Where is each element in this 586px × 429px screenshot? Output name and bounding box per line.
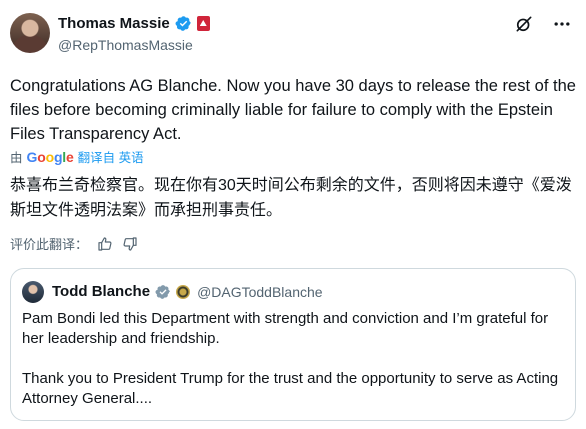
verified-badge-icon bbox=[155, 284, 170, 299]
rate-translation-row: 评价此翻译： bbox=[10, 234, 138, 253]
author-name-row: Thomas Massie bbox=[58, 15, 210, 32]
thumbs-up-icon[interactable] bbox=[97, 236, 113, 252]
quoted-author-row: Todd Blanche @DAGToddBlanche bbox=[52, 283, 323, 300]
quoted-paragraph-2: Thank you to President Trump for the tru… bbox=[22, 370, 559, 407]
house-flag-badge-icon bbox=[196, 16, 210, 31]
author-handle[interactable]: @RepThomasMassie bbox=[58, 37, 193, 53]
thumbs-down-icon[interactable] bbox=[122, 236, 138, 252]
quoted-tweet-text: Pam Bondi led this Department with stren… bbox=[22, 309, 562, 409]
doj-seal-icon bbox=[176, 284, 191, 299]
verified-badge-icon bbox=[175, 16, 191, 31]
quoted-tweet-card[interactable]: Todd Blanche @DAGToddBlanche Pam Bondi l… bbox=[10, 268, 576, 421]
grok-icon[interactable] bbox=[514, 14, 534, 34]
author-name[interactable]: Thomas Massie bbox=[58, 15, 170, 32]
quoted-author-avatar bbox=[22, 281, 44, 303]
translation-by-label: 由 bbox=[10, 151, 23, 165]
quoted-paragraph-1: Pam Bondi led this Department with stren… bbox=[22, 310, 549, 347]
tweet-text: Congratulations AG Blanche. Now you have… bbox=[10, 77, 576, 143]
google-logo: Google bbox=[26, 148, 74, 165]
quoted-author-handle: @DAGToddBlanche bbox=[197, 283, 323, 300]
translated-from-link[interactable]: 翻译自 英语 bbox=[78, 147, 144, 166]
author-avatar[interactable] bbox=[10, 13, 50, 53]
tweet-actions-top bbox=[514, 14, 572, 34]
quoted-author-name: Todd Blanche bbox=[52, 283, 151, 300]
rate-translation-label: 评价此翻译： bbox=[10, 237, 89, 252]
more-options-icon[interactable] bbox=[552, 14, 572, 34]
translation-attribution: 由 Google 翻译自 英语 bbox=[10, 147, 144, 166]
translated-text: 恭喜布兰奇检察官。现在你有30天时间公布剩余的文件，否则将因未遵守《爱泼斯坦文件… bbox=[10, 177, 572, 219]
